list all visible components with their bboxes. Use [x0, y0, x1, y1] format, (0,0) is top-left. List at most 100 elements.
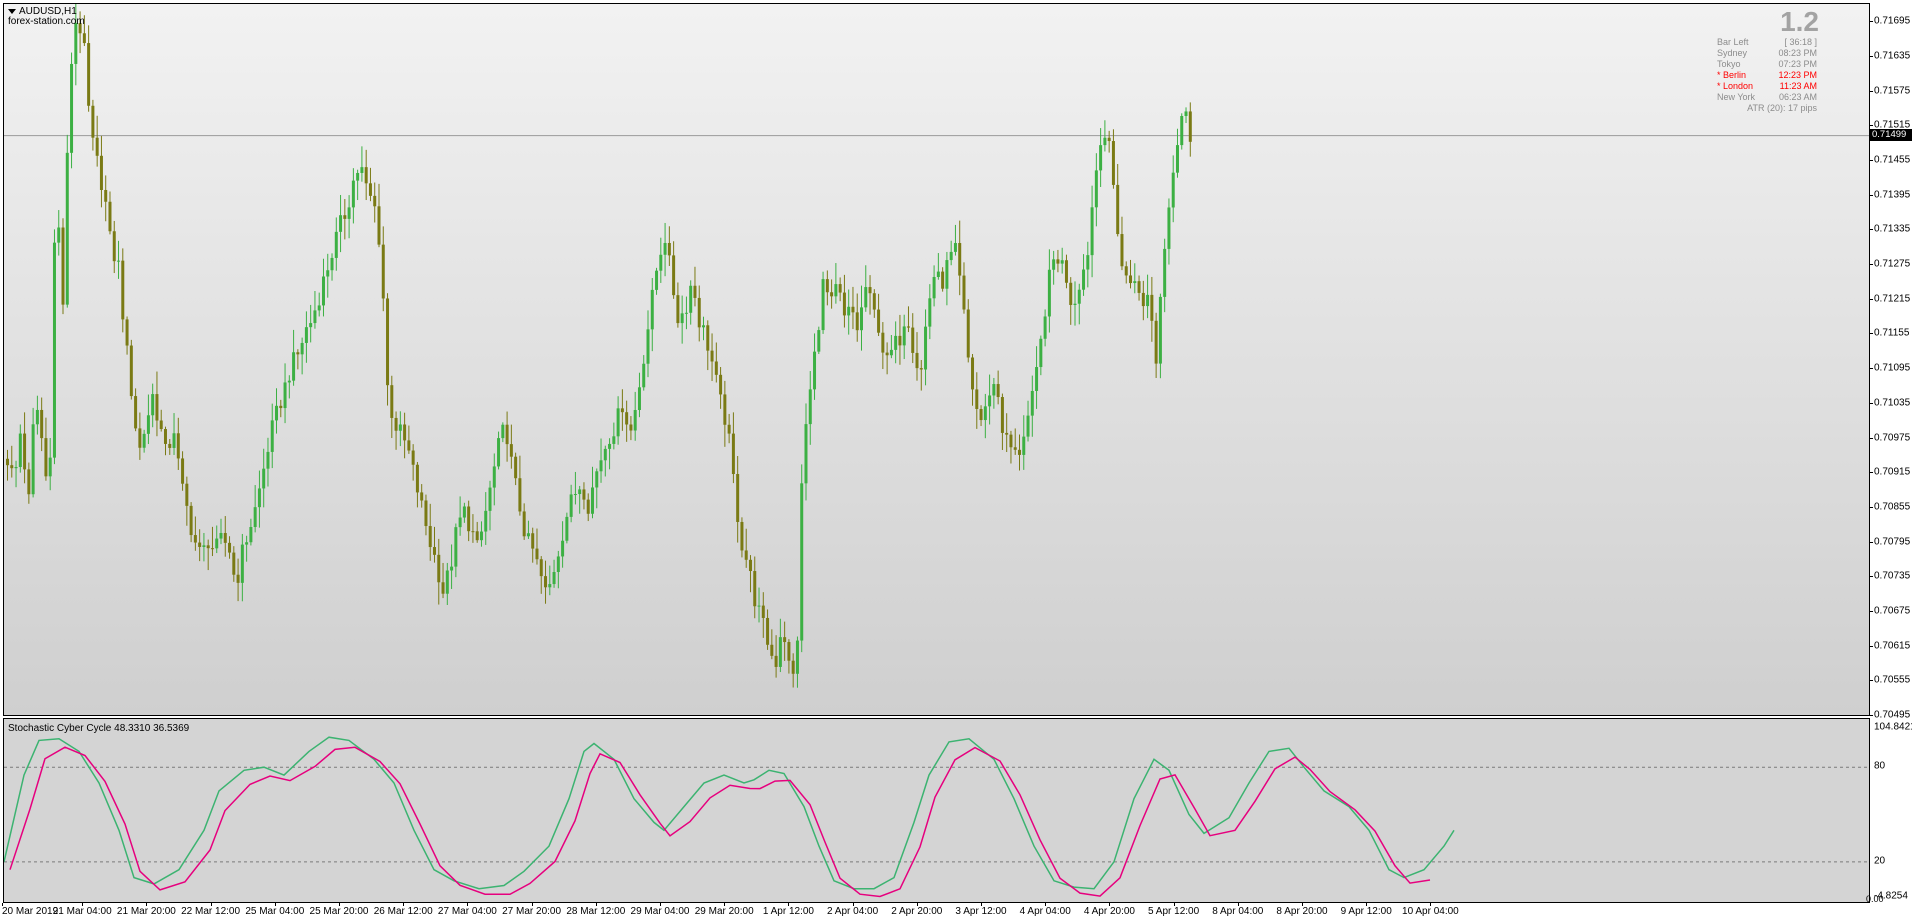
price-tick-label: 0.71695	[1874, 15, 1911, 27]
main-chart-area[interactable]: AUDUSD,H1 forex-station.com 1.2 Bar Left…	[3, 3, 1870, 716]
candle-body	[40, 409, 44, 439]
price-axis[interactable]: 0.71695 0.71635 0.71575 0.71515 0.71455 0.713…	[1870, 3, 1912, 721]
candle-body	[868, 287, 872, 294]
candle-body	[1120, 234, 1124, 267]
candle-body	[35, 409, 39, 425]
candle-body	[210, 548, 214, 550]
candle-body	[18, 433, 22, 468]
time-tick-label: 27 Mar 20:00	[502, 906, 562, 917]
candle-body	[1188, 111, 1192, 142]
session-label: Sydney	[1717, 48, 1748, 58]
candle-body	[736, 474, 740, 522]
candle-body	[1090, 207, 1094, 256]
candle-body	[236, 574, 240, 583]
candle-body	[228, 542, 232, 553]
candle-body	[91, 105, 95, 138]
time-tick-mark	[1173, 903, 1175, 906]
candle-body	[445, 570, 449, 594]
candle-body	[386, 298, 390, 386]
candle-body	[979, 409, 983, 421]
candle-body	[996, 384, 1000, 398]
candle-body	[356, 172, 360, 181]
session-label: New York	[1717, 92, 1756, 102]
price-tick-label: 0.70675	[1874, 605, 1911, 617]
candle-body	[642, 363, 646, 388]
candle-body	[625, 412, 629, 425]
candle-body	[830, 292, 834, 297]
price-tick-label: 0.71455	[1874, 154, 1911, 166]
candle-body	[415, 464, 419, 493]
candle-body	[121, 260, 125, 320]
candle-body	[407, 440, 411, 451]
candle-body	[855, 312, 859, 331]
candle-body	[556, 556, 560, 573]
candle-body	[334, 231, 338, 258]
candle-body	[309, 323, 313, 328]
candle-body	[633, 410, 637, 431]
candle-body	[176, 433, 180, 459]
indicator-title: Stochastic Cyber Cycle 48.3310 36.5369	[8, 723, 190, 734]
price-tick-mark	[1870, 368, 1873, 370]
candle-body	[74, 23, 78, 64]
candle-body	[1039, 338, 1043, 368]
candle-body	[514, 456, 518, 479]
time-axis[interactable]: 20 Mar 2019 21 Mar 04:00 21 Mar 20:00 22 Ma…	[0, 903, 1870, 922]
candle-body	[667, 242, 671, 256]
watermark-text: forex-station.com	[8, 16, 85, 27]
candle-body	[172, 433, 176, 448]
candle-body	[646, 329, 650, 364]
candle-body	[565, 516, 569, 541]
price-tick-mark	[1870, 610, 1873, 612]
candle-body	[326, 270, 330, 277]
candle-body	[462, 506, 466, 518]
candle-body	[544, 576, 548, 588]
time-tick-label: 26 Mar 12:00	[373, 906, 433, 917]
candle-body	[932, 276, 936, 299]
candle-body	[659, 254, 663, 271]
candle-body	[744, 550, 748, 560]
dropdown-triangle-icon[interactable]	[8, 9, 16, 14]
candle-body	[377, 206, 381, 245]
candle-body	[706, 325, 710, 351]
candle-body	[608, 443, 612, 449]
candle-body	[44, 438, 48, 477]
time-tick-mark	[146, 903, 148, 906]
time-tick-mark	[1109, 903, 1111, 906]
candle-body	[535, 548, 539, 560]
time-tick-mark	[595, 903, 597, 906]
candle-body	[411, 450, 415, 465]
indicator-window[interactable]: Stochastic Cyber Cycle 48.3310 36.5369	[3, 718, 1870, 903]
candle-body	[748, 559, 752, 572]
candle-body	[834, 284, 838, 297]
candle-body	[48, 457, 52, 477]
candle-body	[52, 242, 56, 458]
candle-body	[420, 492, 424, 501]
time-tick-mark	[1045, 903, 1047, 906]
candle-body	[492, 466, 496, 488]
candle-body	[561, 540, 565, 557]
price-tick-label: 0.70855	[1874, 501, 1911, 513]
candle-body	[1167, 207, 1171, 249]
candle-body	[821, 279, 825, 331]
price-tick-mark	[1870, 194, 1873, 196]
candle-body	[270, 420, 274, 452]
candle-body	[783, 637, 787, 643]
indicator-axis[interactable]: 104.8421 80 20 -4.8254 0.00	[1866, 718, 1912, 905]
candle-body	[770, 644, 774, 656]
price-tick-label: 0.71215	[1874, 293, 1911, 305]
price-tick-label: 0.70975	[1874, 432, 1911, 444]
candle-body	[1082, 269, 1086, 290]
candle-body	[458, 517, 462, 528]
candle-body	[795, 640, 799, 674]
candle-body	[108, 201, 112, 232]
price-tick-mark	[1870, 21, 1873, 23]
time-tick-label: 21 Mar 04:00	[52, 906, 112, 917]
time-tick-mark	[1366, 903, 1368, 906]
candle-body	[804, 424, 808, 484]
candle-body	[1129, 275, 1133, 284]
candle-body	[57, 227, 61, 243]
candle-body	[296, 352, 300, 355]
price-tick-mark	[1870, 506, 1873, 508]
candle-body	[189, 505, 193, 536]
price-tick-mark	[1870, 333, 1873, 335]
